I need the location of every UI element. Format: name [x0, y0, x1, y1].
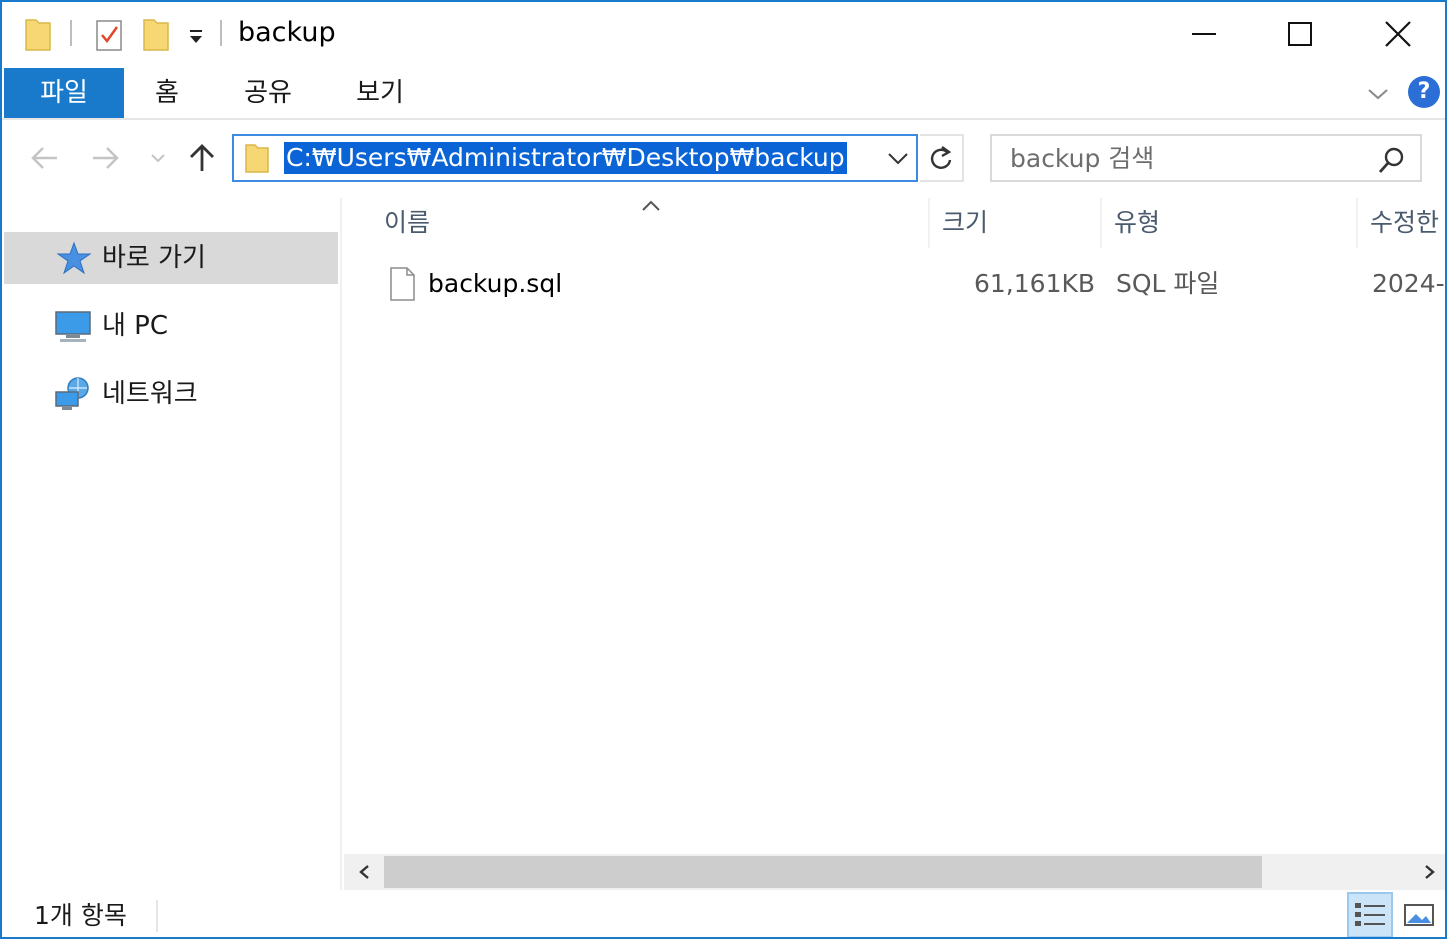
nav-item-label: 바로 가기	[102, 243, 206, 273]
horizontal-scrollbar[interactable]	[344, 854, 1445, 890]
up-arrow-icon	[190, 144, 214, 171]
folder-icon[interactable]	[24, 16, 52, 52]
scroll-left-button[interactable]	[352, 860, 376, 884]
forward-arrow-icon	[93, 147, 119, 169]
quick-access-separator	[220, 20, 222, 46]
nav-item-label: 내 PC	[102, 311, 169, 341]
close-button[interactable]	[1350, 2, 1445, 66]
scroll-right-button[interactable]	[1418, 860, 1442, 884]
column-header-modified[interactable]: 수정한	[1370, 198, 1439, 250]
column-header-size[interactable]: 크기	[942, 198, 988, 250]
large-icons-view-button[interactable]	[1396, 892, 1442, 937]
refresh-button[interactable]	[920, 134, 964, 182]
address-path[interactable]: C:₩Users₩Administrator₩Desktop₩backup	[284, 142, 847, 174]
file-type: SQL 파일	[1116, 269, 1220, 298]
star-icon	[56, 241, 92, 275]
column-divider[interactable]	[1100, 198, 1102, 248]
navigation-bar: C:₩Users₩Administrator₩Desktop₩backup	[2, 122, 1445, 196]
title-bar: backup	[2, 2, 1445, 68]
forward-button[interactable]	[86, 138, 126, 178]
window-title: backup	[238, 17, 336, 48]
file-size: 61,161KB	[974, 269, 1096, 298]
file-name: backup.sql	[428, 269, 563, 298]
nav-item-network[interactable]: 네트워크	[4, 368, 338, 420]
ribbon-tabs: 파일 홈 공유 보기 ?	[2, 68, 1445, 120]
minimize-icon	[1192, 33, 1216, 35]
status-separator	[156, 900, 158, 932]
chevron-down-icon	[151, 154, 165, 163]
details-view-icon	[1355, 903, 1385, 926]
nav-item-quick-access[interactable]: 바로 가기	[4, 232, 338, 284]
chevron-left-icon	[359, 865, 369, 879]
search-input[interactable]	[1010, 142, 1370, 174]
back-arrow-icon	[31, 147, 57, 169]
properties-icon[interactable]	[94, 18, 124, 52]
scrollbar-thumb[interactable]	[384, 856, 1262, 888]
item-count: 1개 항목	[34, 901, 127, 930]
nav-item-this-pc[interactable]: 내 PC	[4, 300, 338, 352]
computer-icon	[55, 311, 91, 342]
column-divider[interactable]	[1356, 198, 1358, 248]
sort-ascending-icon	[642, 200, 660, 211]
column-header-name[interactable]: 이름	[384, 198, 430, 250]
status-bar: 1개 항목	[2, 890, 1445, 937]
nav-item-label: 네트워크	[102, 379, 198, 409]
folder-icon	[245, 144, 269, 173]
file-explorer-window: backup 파일 홈 공유 보기 ? C:₩Users₩Administrat…	[0, 0, 1447, 939]
tab-share[interactable]: 공유	[230, 68, 306, 118]
quick-access-separator	[70, 20, 72, 46]
recent-locations-button[interactable]	[140, 138, 176, 178]
maximize-icon	[1288, 22, 1312, 46]
customize-quick-access-icon[interactable]	[186, 28, 206, 46]
chevron-down-icon[interactable]	[886, 148, 910, 168]
maximize-button[interactable]	[1252, 2, 1348, 66]
column-header-type[interactable]: 유형	[1114, 198, 1160, 250]
new-folder-icon[interactable]	[142, 16, 170, 52]
expand-ribbon-icon[interactable]	[1366, 82, 1390, 106]
up-button[interactable]	[182, 138, 222, 178]
network-icon	[55, 377, 89, 410]
tab-file[interactable]: 파일	[4, 68, 124, 118]
address-bar[interactable]: C:₩Users₩Administrator₩Desktop₩backup	[232, 134, 918, 182]
table-row[interactable]: backup.sql 61,161KB SQL 파일 2024-1	[380, 260, 1445, 308]
back-button[interactable]	[24, 138, 64, 178]
column-divider[interactable]	[928, 198, 930, 248]
navigation-pane: 바로 가기 내 PC 네트워크	[2, 198, 342, 890]
search-icon[interactable]	[1378, 146, 1406, 174]
tab-view[interactable]: 보기	[342, 68, 418, 118]
file-modified: 2024-1	[1372, 269, 1445, 298]
large-icons-view-icon	[1404, 904, 1434, 926]
file-list: 이름 크기 유형 수정한 backup.sql 61,161KB SQL 파일 …	[344, 198, 1445, 854]
minimize-button[interactable]	[1156, 2, 1252, 66]
search-box[interactable]	[990, 134, 1422, 182]
close-icon	[1385, 21, 1411, 47]
tab-home[interactable]: 홈	[136, 68, 198, 118]
refresh-icon	[930, 146, 952, 169]
help-icon[interactable]: ?	[1408, 76, 1440, 108]
chevron-right-icon	[1425, 865, 1435, 879]
details-view-button[interactable]	[1347, 892, 1393, 937]
file-icon	[390, 267, 415, 301]
